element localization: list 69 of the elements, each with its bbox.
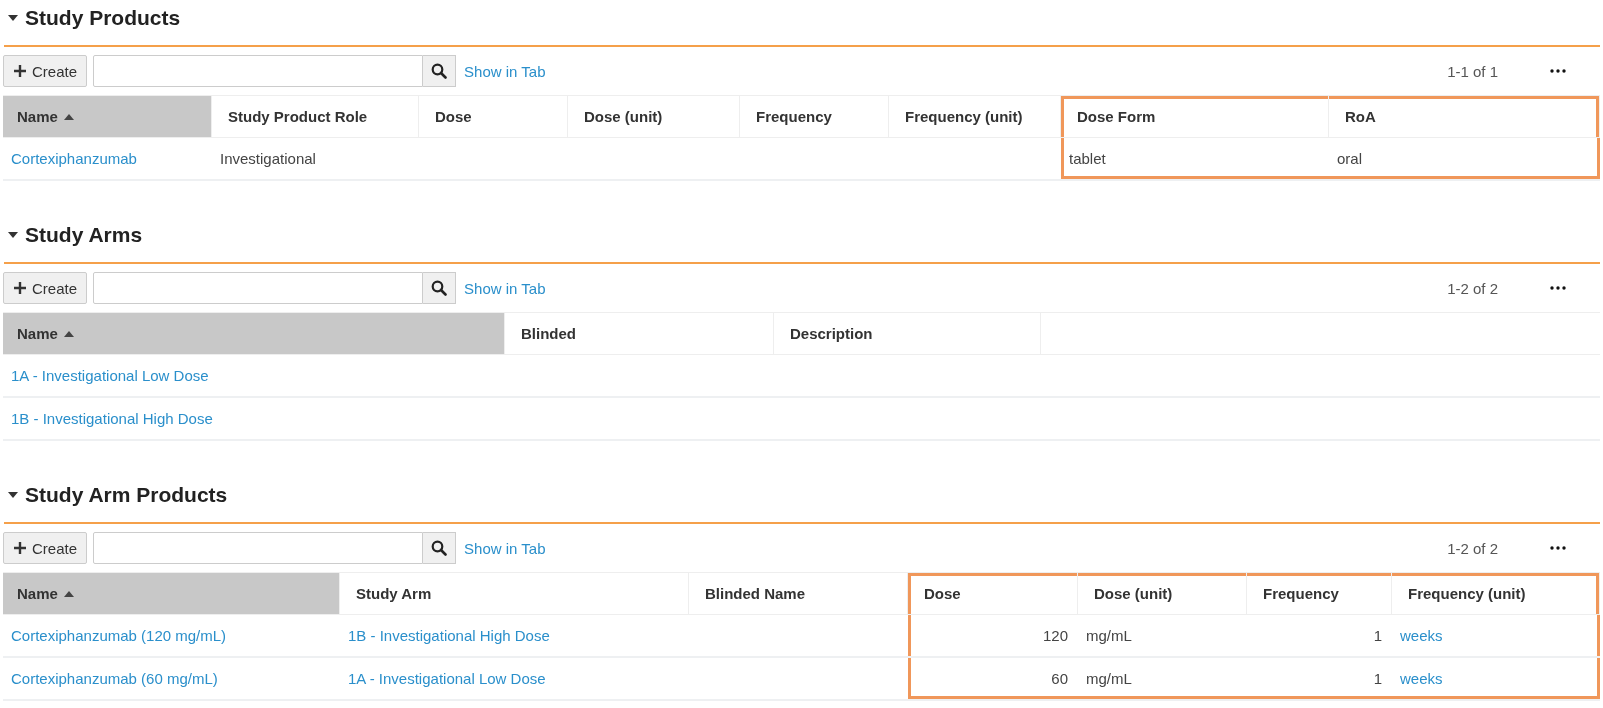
pagination-text: 1-2 of 2 <box>1447 539 1498 557</box>
caret-icon[interactable] <box>8 232 18 238</box>
create-button[interactable]: Create <box>3 272 88 304</box>
search-field[interactable] <box>93 272 424 304</box>
table-link[interactable]: weeks <box>1400 627 1443 644</box>
more-icon[interactable] <box>1550 69 1566 73</box>
search-icon <box>431 63 448 79</box>
search-button[interactable] <box>423 532 457 564</box>
section-title: Study Arms <box>25 223 143 247</box>
column-header[interactable]: Name <box>3 95 212 138</box>
search-icon <box>431 540 448 556</box>
caret-icon[interactable] <box>8 15 18 21</box>
more-icon[interactable] <box>1550 286 1566 290</box>
search-field[interactable] <box>93 532 424 564</box>
show-in-tab-link[interactable]: Show in Tab <box>464 62 546 80</box>
show-in-tab-link[interactable]: Show in Tab <box>464 539 546 557</box>
create-button[interactable]: Create <box>3 532 88 564</box>
table-cell: 60 <box>1051 670 1068 687</box>
column-header[interactable]: Blinded Name <box>689 572 908 615</box>
column-header[interactable]: Dose <box>908 572 1078 615</box>
plus-icon <box>14 542 26 554</box>
column-header[interactable]: Frequency <box>740 95 889 138</box>
table-link[interactable]: 1B - Investigational High Dose <box>11 410 213 427</box>
sort-arrow-icon <box>63 590 74 597</box>
table-link[interactable]: 1A - Investigational Low Dose <box>348 670 546 687</box>
column-header[interactable]: Dose <box>419 95 568 138</box>
table-link[interactable]: Cortexiphanzumab (120 mg/mL) <box>11 627 227 644</box>
table-cell: 120 <box>1042 627 1068 644</box>
sort-arrow-icon <box>63 330 74 337</box>
table-cell: tablet <box>1069 150 1106 167</box>
plus-icon <box>14 65 26 77</box>
column-header[interactable]: RoA <box>1329 95 1600 138</box>
more-icon[interactable] <box>1550 546 1566 550</box>
pagination-text: 1-1 of 1 <box>1447 62 1498 80</box>
search-button[interactable] <box>423 272 457 304</box>
section-title: Study Products <box>25 6 181 30</box>
show-in-tab-link[interactable]: Show in Tab <box>464 279 546 297</box>
column-header[interactable]: Dose (unit) <box>568 95 740 138</box>
column-header[interactable]: Name <box>3 312 505 355</box>
column-header[interactable]: Blinded <box>505 312 774 355</box>
search-field[interactable] <box>93 55 424 87</box>
table-link[interactable]: weeks <box>1400 670 1443 687</box>
column-header[interactable]: Name <box>3 572 340 615</box>
table-link[interactable]: 1B - Investigational High Dose <box>348 627 550 644</box>
table-cell: 1 <box>1373 670 1382 687</box>
table-link[interactable]: Cortexiphanzumab (60 mg/mL) <box>11 670 218 687</box>
table-link[interactable]: Cortexiphanzumab <box>11 150 137 167</box>
column-header[interactable]: Frequency <box>1247 572 1392 615</box>
plus-icon <box>14 282 26 294</box>
table-cell: 1 <box>1373 627 1382 644</box>
column-header[interactable]: Dose (unit) <box>1078 572 1247 615</box>
search-icon <box>431 280 448 296</box>
sort-arrow-icon <box>63 113 74 120</box>
search-button[interactable] <box>423 55 457 87</box>
column-header[interactable]: Frequency (unit) <box>1392 572 1600 615</box>
column-header[interactable]: Description <box>774 312 1041 355</box>
section-title: Study Arm Products <box>25 483 228 507</box>
table-link[interactable]: 1A - Investigational Low Dose <box>11 367 209 384</box>
column-header[interactable]: Study Product Role <box>212 95 419 138</box>
column-header[interactable]: Dose Form <box>1061 95 1329 138</box>
caret-icon[interactable] <box>8 492 18 498</box>
table-cell: mg/mL <box>1086 670 1132 687</box>
column-header[interactable]: Study Arm <box>340 572 689 615</box>
create-button[interactable]: Create <box>3 55 88 87</box>
pagination-text: 1-2 of 2 <box>1447 279 1498 297</box>
column-header[interactable]: Frequency (unit) <box>889 95 1061 138</box>
table-cell: mg/mL <box>1086 627 1132 644</box>
table-cell: oral <box>1337 150 1362 167</box>
table-cell: Investigational <box>220 150 316 167</box>
